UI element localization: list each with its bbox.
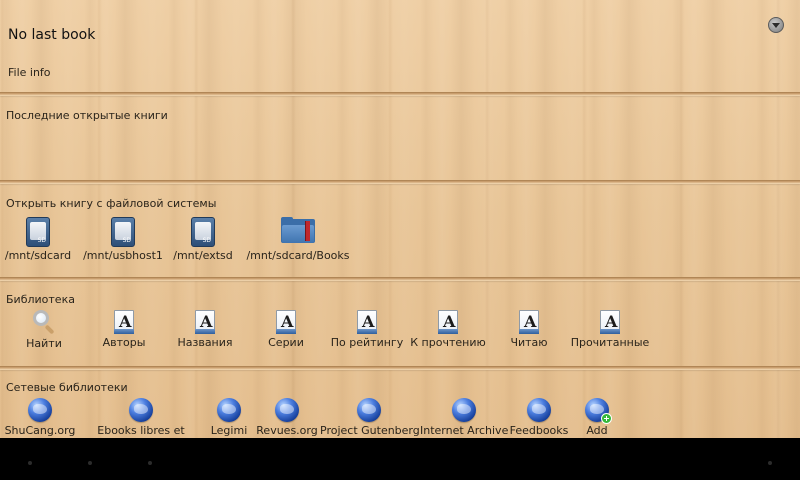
network-section-label: Сетевые библиотеки bbox=[6, 381, 128, 394]
network-item-shucang[interactable]: ShuCang.org bbox=[2, 398, 78, 437]
library-item-label: Прочитанные bbox=[570, 336, 650, 349]
network-item-revues[interactable]: Revues.org bbox=[255, 398, 319, 437]
nav-dot bbox=[768, 461, 772, 465]
book-page-icon bbox=[438, 310, 458, 334]
book-page-icon bbox=[276, 310, 296, 334]
library-item-by-rating[interactable]: По рейтингу bbox=[330, 310, 404, 349]
network-item-label: Project Gutenberg bbox=[320, 424, 420, 437]
library-item-label: Серии bbox=[268, 336, 304, 349]
file-info-label[interactable]: File info bbox=[8, 66, 51, 79]
book-page-icon bbox=[357, 310, 377, 334]
folder-icon bbox=[281, 217, 315, 245]
network-item-label: ShuCang.org bbox=[4, 424, 76, 437]
library-section-label: Библиотека bbox=[6, 293, 75, 306]
network-item-legimi[interactable]: Legimi bbox=[206, 398, 252, 437]
globe-icon bbox=[217, 398, 241, 422]
shelf-divider bbox=[0, 366, 800, 370]
network-item-label: Feedbooks bbox=[509, 424, 569, 437]
library-item-label: Найти bbox=[26, 337, 62, 350]
network-item-label: Revues.org bbox=[256, 424, 318, 437]
library-item-label: По рейтингу bbox=[330, 336, 404, 349]
library-item-label: Названия bbox=[177, 336, 233, 349]
sd-card-icon bbox=[111, 217, 135, 247]
filesystem-section-label: Открыть книгу с файловой системы bbox=[6, 197, 217, 210]
book-page-icon bbox=[195, 310, 215, 334]
network-item-internet-archive[interactable]: Internet Archive bbox=[420, 398, 508, 437]
network-item-label: Ebooks libres et bbox=[97, 424, 185, 437]
library-item-authors[interactable]: Авторы bbox=[96, 310, 152, 349]
nav-dot bbox=[28, 461, 32, 465]
sd-card-icon bbox=[191, 217, 215, 247]
globe-icon bbox=[129, 398, 153, 422]
system-nav-bar bbox=[0, 438, 800, 480]
library-item-label: Читаю bbox=[510, 336, 548, 349]
globe-icon bbox=[357, 398, 381, 422]
shelf-divider bbox=[0, 180, 800, 184]
fs-item-label: /mnt/sdcard/Books bbox=[246, 249, 350, 262]
shelf-divider bbox=[0, 92, 800, 96]
sd-card-icon bbox=[26, 217, 50, 247]
fs-item-label: /mnt/sdcard bbox=[4, 249, 72, 262]
library-item-label: К прочтению bbox=[410, 336, 486, 349]
nav-dot bbox=[88, 461, 92, 465]
library-item-label: Авторы bbox=[102, 336, 146, 349]
last-book-title[interactable]: No last book bbox=[8, 27, 95, 43]
chevron-down-icon[interactable] bbox=[768, 17, 784, 33]
network-item-ebooks-libres[interactable]: Ebooks libres et bbox=[96, 398, 186, 437]
library-item-titles[interactable]: Названия bbox=[172, 310, 238, 349]
globe-icon bbox=[452, 398, 476, 422]
library-item-reading[interactable]: Читаю bbox=[504, 310, 554, 349]
fs-item-label: /mnt/extsd bbox=[173, 249, 233, 262]
globe-icon bbox=[275, 398, 299, 422]
book-page-icon bbox=[600, 310, 620, 334]
network-item-add[interactable]: Add bbox=[578, 398, 616, 437]
shelf-divider bbox=[0, 277, 800, 281]
book-page-icon bbox=[114, 310, 134, 334]
recent-books-label: Последние открытые книги bbox=[6, 109, 168, 122]
fs-item-sdcard[interactable]: /mnt/sdcard bbox=[0, 217, 76, 262]
network-item-label: Internet Archive bbox=[420, 424, 509, 437]
fs-item-books-folder[interactable]: /mnt/sdcard/Books bbox=[240, 217, 356, 262]
library-item-series[interactable]: Серии bbox=[262, 310, 310, 349]
network-item-gutenberg[interactable]: Project Gutenberg bbox=[320, 398, 420, 437]
home-screen: No last book File info Последние открыты… bbox=[0, 0, 800, 438]
library-item-to-read[interactable]: К прочтению bbox=[408, 310, 488, 349]
fs-item-label: /mnt/usbhost1 bbox=[83, 249, 163, 262]
search-icon bbox=[30, 309, 58, 335]
book-page-icon bbox=[519, 310, 539, 334]
globe-add-icon bbox=[585, 398, 612, 424]
network-item-feedbooks[interactable]: Feedbooks bbox=[508, 398, 570, 437]
globe-icon bbox=[28, 398, 52, 422]
library-item-search[interactable]: Найти bbox=[18, 309, 70, 350]
network-item-label: Legimi bbox=[210, 424, 248, 437]
nav-dot bbox=[148, 461, 152, 465]
fs-item-usbhost1[interactable]: /mnt/usbhost1 bbox=[78, 217, 168, 262]
globe-icon bbox=[527, 398, 551, 422]
library-item-finished[interactable]: Прочитанные bbox=[568, 310, 652, 349]
network-item-label: Add bbox=[586, 424, 608, 437]
fs-item-extsd[interactable]: /mnt/extsd bbox=[170, 217, 236, 262]
